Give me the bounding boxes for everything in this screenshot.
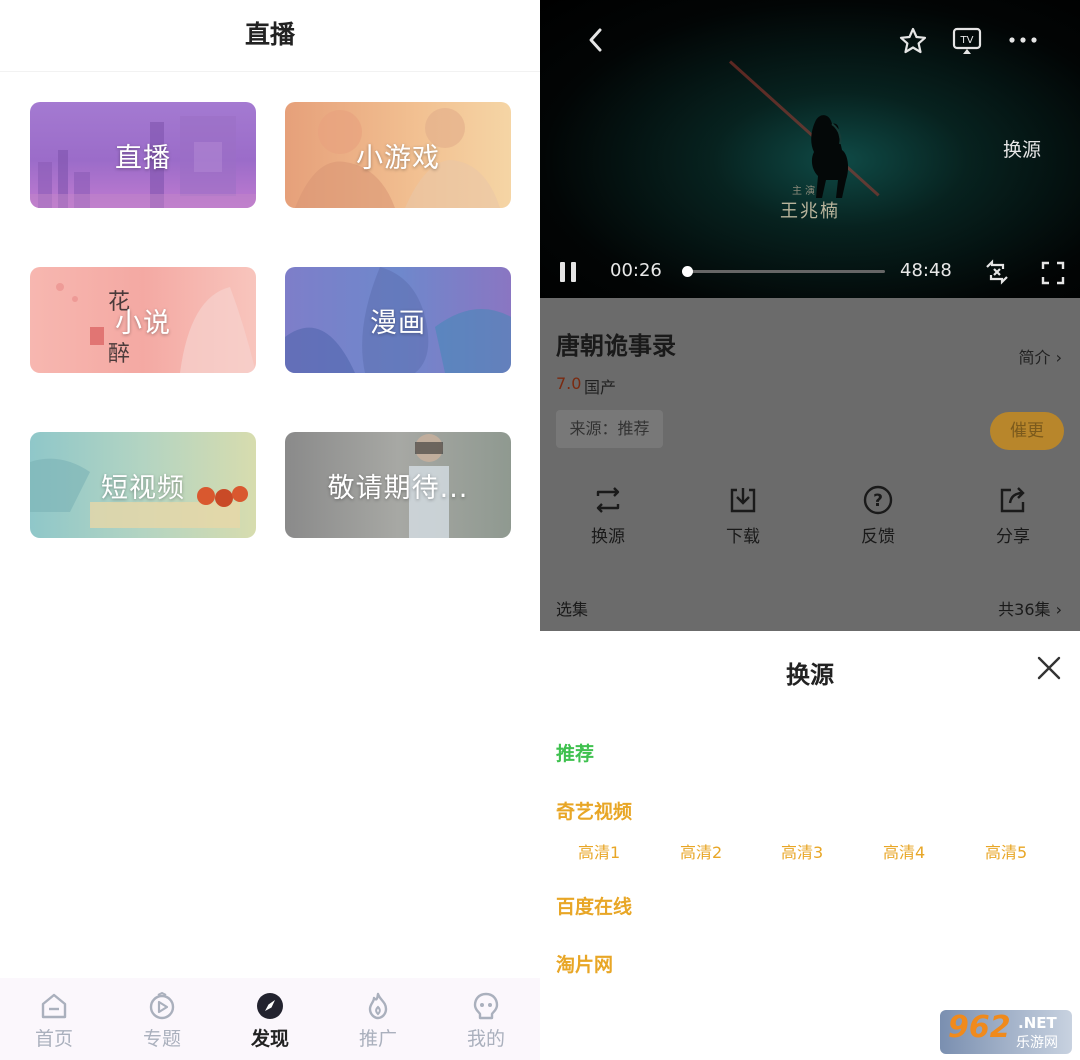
actor-credit: 主 演 [792, 186, 816, 197]
fullscreen-icon[interactable] [1040, 260, 1066, 286]
player-page: 主 演 王兆楠 TV 换源 00:26 48:48 唐朝诡事录 简介 › 7.0… [540, 0, 1080, 1060]
bottom-nav: 首页 专题 发现 推广 我的 [0, 978, 540, 1060]
watermark-sub: 乐游网 [1016, 1035, 1058, 1051]
quality-option[interactable]: 高清5 [985, 839, 1027, 863]
tile-comics[interactable]: 漫画 [285, 267, 511, 373]
sheet-title: 换源 [786, 661, 834, 689]
quality-option[interactable]: 高清2 [680, 839, 722, 863]
share-icon [1000, 487, 1025, 513]
tile-label: 直播 [115, 142, 171, 174]
tile-label: 短视频 [101, 472, 185, 504]
show-title: 唐朝诡事录 [556, 332, 676, 360]
tile-novels[interactable]: 花 醉 小说 [30, 267, 256, 373]
question-icon: ? [863, 485, 893, 515]
episodes-count-link[interactable]: 共36集 › [998, 596, 1062, 620]
nav-label: 我的 [466, 1028, 505, 1050]
tile-coming-soon[interactable]: 敬请期待... [285, 432, 511, 538]
intro-link[interactable]: 简介 › [1019, 344, 1063, 368]
action-download[interactable]: 下载 [703, 484, 783, 547]
tile-label: 敬请期待... [327, 472, 469, 504]
svg-text:?: ? [873, 491, 883, 511]
nav-label: 发现 [250, 1028, 289, 1050]
profile-icon [473, 992, 499, 1020]
quality-option[interactable]: 高清4 [883, 839, 925, 863]
svg-text:TV: TV [960, 35, 974, 46]
page-title: 直播 [0, 0, 540, 72]
total-time: 48:48 [900, 260, 952, 281]
nav-label: 推广 [358, 1028, 397, 1050]
action-label: 反馈 [861, 527, 895, 547]
source-tag: 来源：推荐 [556, 410, 663, 448]
more-icon[interactable] [1008, 36, 1038, 44]
source-group-taopian[interactable]: 淘片网 [556, 950, 613, 977]
source-group-iqiyi[interactable]: 奇艺视频 [556, 797, 632, 824]
nav-label: 首页 [34, 1028, 73, 1050]
site-watermark-logo: 962 .NET 乐游网 [940, 1010, 1072, 1054]
action-label: 下载 [726, 527, 760, 547]
source-group-recommended[interactable]: 推荐 [556, 739, 594, 766]
topic-icon [149, 991, 175, 1020]
nav-home[interactable]: 首页 [0, 978, 108, 1060]
nav-profile[interactable]: 我的 [432, 978, 540, 1060]
close-icon[interactable] [1036, 655, 1062, 681]
pause-icon[interactable] [556, 260, 580, 284]
action-switch-source[interactable]: 换源 [568, 484, 648, 547]
tv-cast-icon[interactable]: TV [951, 26, 983, 56]
progress-thumb[interactable] [682, 266, 693, 277]
nav-label: 专题 [142, 1028, 181, 1050]
action-label: 分享 [996, 527, 1030, 547]
tile-mini-games[interactable]: 小游戏 [285, 102, 511, 208]
video-player[interactable]: 主 演 王兆楠 TV 换源 00:26 48:48 [540, 0, 1080, 298]
action-share[interactable]: 分享 [973, 484, 1053, 547]
compass-icon [257, 993, 283, 1019]
download-icon [730, 488, 756, 513]
nav-promote[interactable]: 推广 [324, 978, 432, 1060]
video-info: 唐朝诡事录 简介 › 7.0 国产 来源：推荐 催更 换源 下载 ? 反馈 分享… [540, 298, 1080, 631]
watermark-brand: 962 [948, 1010, 1011, 1045]
star-icon[interactable] [898, 26, 928, 56]
watermark-suffix: .NET [1018, 1014, 1057, 1032]
discover-panel: 直播 直播 小游戏 花 醉 小说 漫画 短视频 敬请期待... 首页 专题 发现… [0, 0, 540, 1060]
action-feedback[interactable]: ? 反馈 [838, 484, 918, 547]
nav-discover[interactable]: 发现 [216, 978, 324, 1060]
tile-short-video[interactable]: 短视频 [30, 432, 256, 538]
home-icon [41, 993, 67, 1019]
quality-option[interactable]: 高清1 [578, 839, 620, 863]
rating: 7.0 [556, 374, 582, 393]
action-label: 换源 [591, 527, 625, 547]
tile-label: 小说 [115, 307, 171, 339]
quality-option[interactable]: 高清3 [781, 839, 823, 863]
switch-source-overlay-button[interactable]: 换源 [1003, 135, 1041, 162]
actor-name: 王兆楠 [780, 201, 840, 222]
current-time: 00:26 [610, 260, 662, 281]
tile-label: 小游戏 [356, 142, 440, 174]
tile-live[interactable]: 直播 [30, 102, 256, 208]
back-icon[interactable] [584, 26, 608, 54]
tile-label: 漫画 [370, 307, 426, 339]
swap-icon [596, 487, 620, 513]
urge-update-button[interactable]: 催更 [990, 412, 1064, 450]
flame-icon [368, 992, 388, 1020]
source-group-baidu[interactable]: 百度在线 [556, 892, 632, 919]
shuffle-icon[interactable] [983, 258, 1011, 286]
episodes-label: 选集 [556, 600, 589, 619]
region: 国产 [584, 378, 617, 397]
nav-topics[interactable]: 专题 [108, 978, 216, 1060]
switch-source-sheet: 换源 推荐 奇艺视频 高清1 高清2 高清3 高清4 高清5 百度在线 淘片网 [540, 631, 1080, 1060]
progress-bar[interactable] [682, 266, 885, 277]
